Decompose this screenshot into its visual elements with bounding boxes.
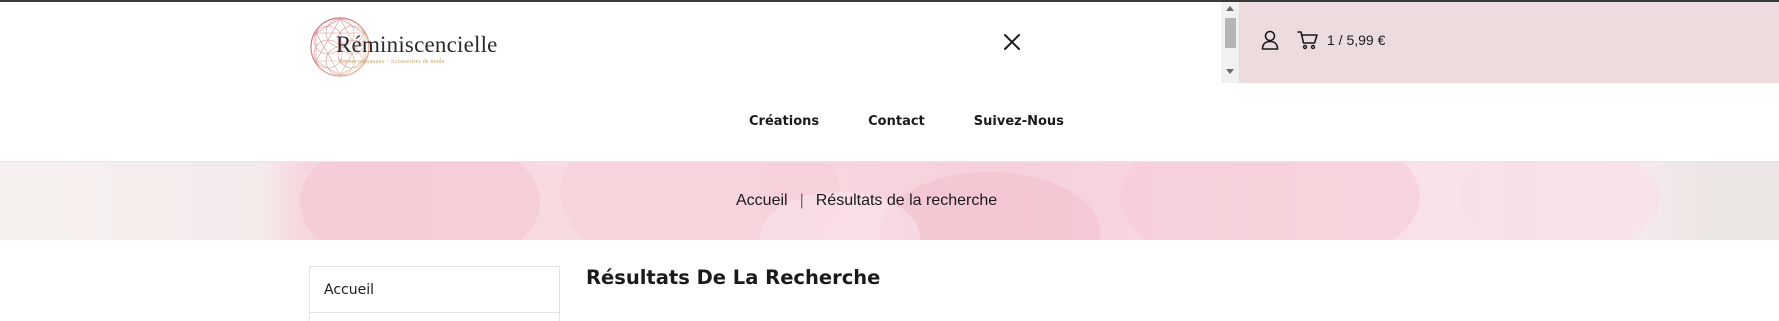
breadcrumb: Accueil | Résultats de la recherche: [736, 192, 997, 210]
breadcrumb-current: Résultats de la recherche: [815, 192, 998, 209]
banner-petal: [1120, 162, 1420, 240]
nav-item-creations[interactable]: Créations: [749, 114, 819, 129]
banner-petal: [300, 162, 540, 240]
site-logo[interactable]: Réminiscencielle Bijoux artisanaux · Acc…: [309, 16, 499, 78]
scroll-down-arrow-icon[interactable]: [1226, 69, 1234, 74]
close-search-button[interactable]: [1000, 30, 1024, 54]
main-navigation: Créations Contact Suivez-Nous: [0, 100, 1779, 142]
close-icon: [1004, 34, 1020, 50]
page-title: Résultats De La Recherche: [586, 266, 881, 289]
scroll-up-arrow-icon[interactable]: [1226, 6, 1234, 11]
breadcrumb-separator: |: [799, 192, 804, 209]
cart-icon: [1297, 31, 1318, 50]
breadcrumb-home-link[interactable]: Accueil: [736, 192, 788, 210]
banner-petal: [1460, 162, 1660, 240]
logo-wordmark: Réminiscencielle: [336, 32, 498, 57]
breadcrumb-banner: Accueil | Résultats de la recherche: [0, 162, 1779, 240]
cart-button[interactable]: 1 / 5,99 €: [1297, 29, 1385, 51]
banner-edge: [1707, 162, 1779, 240]
panel-scrollbar[interactable]: [1221, 2, 1240, 83]
nav-item-contact[interactable]: Contact: [868, 114, 925, 129]
sidebar-item-accueil[interactable]: Accueil: [310, 267, 559, 313]
scroll-thumb[interactable]: [1225, 18, 1236, 48]
account-button[interactable]: [1260, 29, 1280, 51]
logo-tagline: Bijoux artisanaux · Accessoires de mode: [339, 59, 445, 65]
sidebar-menu: Accueil: [309, 266, 560, 321]
nav-item-suivez-nous[interactable]: Suivez-Nous: [974, 114, 1064, 129]
user-icon: [1261, 30, 1279, 50]
cart-summary: 1 / 5,99 €: [1327, 32, 1386, 48]
